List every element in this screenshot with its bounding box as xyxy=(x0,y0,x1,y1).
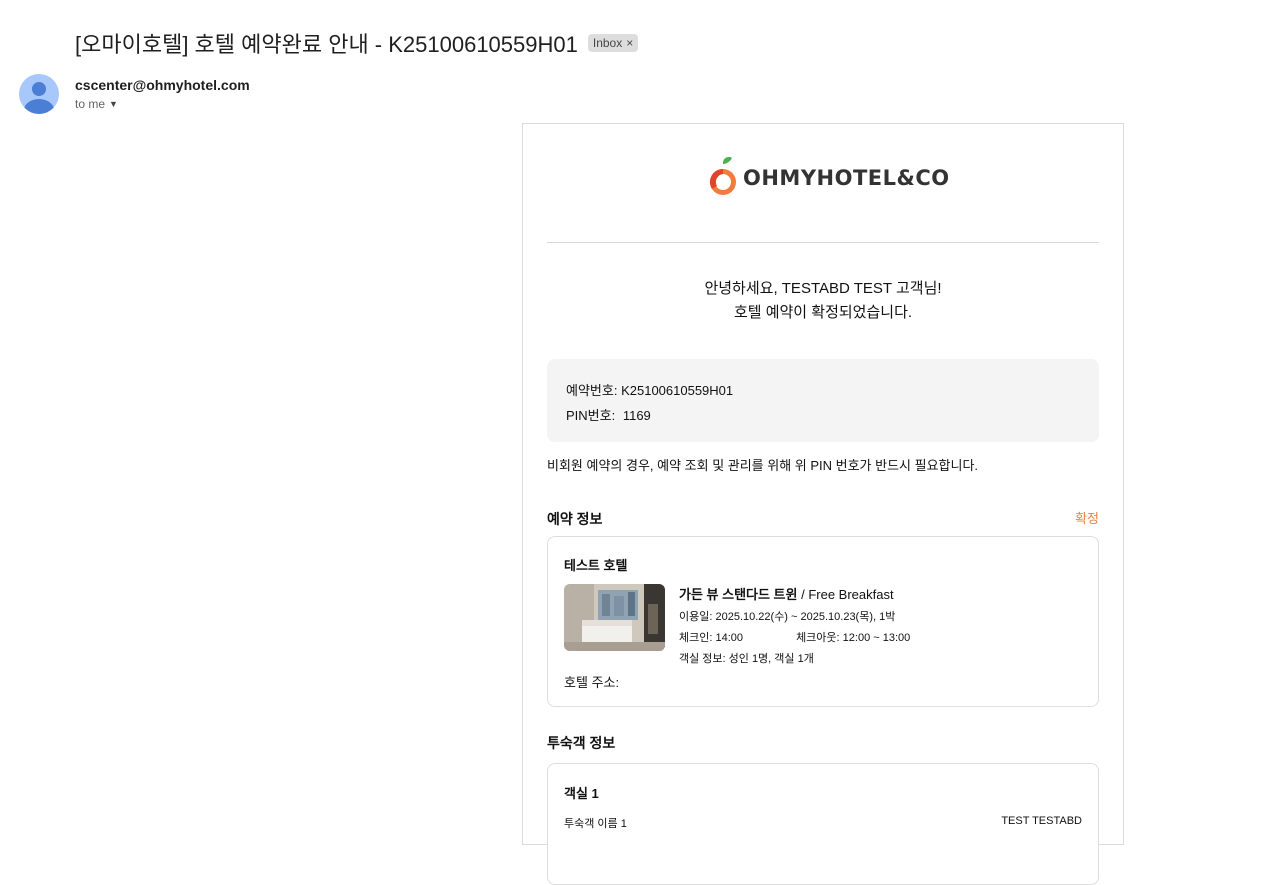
room-name: 가든 뷰 스탠다드 트윈 xyxy=(679,587,798,602)
reservation-number-label: 예약번호: xyxy=(566,383,618,398)
reservation-number-row: 예약번호: K25100610559H01 xyxy=(566,380,733,399)
inbox-label-badge[interactable]: Inbox × xyxy=(587,34,639,52)
pin-label: PIN번호: xyxy=(566,408,616,423)
peach-logo-icon xyxy=(709,157,736,195)
recipient-text: to me xyxy=(75,97,106,111)
hotel-address-label: 호텔 주소: xyxy=(564,675,620,690)
guest-info-card: 객실 1 투숙객 이름 1 TEST TESTABD xyxy=(547,763,1099,885)
checkin-time: 체크인: 14:00 xyxy=(679,632,743,644)
greeting: 안녕하세요, TESTABD TEST 고객님! 호텔 예약이 확정되었습니다. xyxy=(547,277,1099,325)
guest-name-label: 투숙객 이름 1 xyxy=(564,818,627,830)
guest-name-value: TEST TESTABD xyxy=(1001,815,1082,827)
sender-email[interactable]: cscenter@ohmyhotel.com xyxy=(75,77,250,93)
greeting-line-2: 호텔 예약이 확정되었습니다. xyxy=(733,304,913,321)
pin-row: PIN번호: 1169 xyxy=(566,405,651,424)
room-title: 가든 뷰 스탠다드 트윈 / Free Breakfast xyxy=(679,584,910,603)
hotel-name: 테스트 호텔 xyxy=(564,558,628,573)
room-info: 가든 뷰 스탠다드 트윈 / Free Breakfast 이용일: 2025.… xyxy=(679,584,910,666)
header-divider xyxy=(547,242,1099,243)
room-plan: / Free Breakfast xyxy=(797,587,894,602)
reservation-status: 확정 xyxy=(1075,511,1099,526)
logo-text: OHMYHOTEL&CO xyxy=(743,166,950,190)
guest-room-label: 객실 1 xyxy=(564,786,599,801)
pin-value: 1169 xyxy=(622,408,651,423)
checkout-time: 체크아웃: 12:00 ~ 13:00 xyxy=(796,632,911,644)
inbox-label-text: Inbox xyxy=(592,36,623,50)
ohmyhotel-logo: OHMYHOTEL&CO xyxy=(708,156,950,200)
hotel-info-card: 테스트 호텔 가든 뷰 스탠다드 트윈 / Free Breakfast 이용일… xyxy=(547,536,1099,707)
room-guests: 객실 정보: 성인 1명, 객실 1개 xyxy=(679,653,814,665)
guest-section-title: 투숙객 정보 xyxy=(547,735,616,751)
room-thumbnail-image xyxy=(564,584,665,651)
recipient-row: to me ▼ xyxy=(75,97,250,111)
reservation-pin-box: 예약번호: K25100610559H01 PIN번호: 1169 xyxy=(547,359,1099,442)
pin-note: 비회원 예약의 경우, 예약 조회 및 관리를 위해 위 PIN 번호가 반드시… xyxy=(547,458,979,473)
reservation-section-title: 예약 정보 xyxy=(547,511,603,527)
remove-label-icon[interactable]: × xyxy=(626,36,633,50)
checkin-checkout-row: 체크인: 14:00 체크아웃: 12:00 ~ 13:00 xyxy=(679,629,910,645)
subject-row: [오마이호텔] 호텔 예약완료 안내 - K25100610559H01 Inb… xyxy=(75,27,639,59)
recipient-details-dropdown-icon[interactable]: ▼ xyxy=(109,99,118,109)
greeting-line-1: 안녕하세요, TESTABD TEST 고객님! xyxy=(704,280,942,297)
person-icon xyxy=(24,82,54,114)
reservation-number-value: K25100610559H01 xyxy=(621,383,734,398)
sender-avatar[interactable] xyxy=(19,74,59,114)
email-subject: [오마이호텔] 호텔 예약완료 안내 - K25100610559H01 xyxy=(75,32,578,57)
email-body: OHMYHOTEL&CO 안녕하세요, TESTABD TEST 고객님! 호텔… xyxy=(522,123,1124,885)
sender-info: cscenter@ohmyhotel.com to me ▼ xyxy=(75,77,250,111)
stay-dates: 이용일: 2025.10.22(수) ~ 2025.10.23(목), 1박 xyxy=(679,611,896,623)
